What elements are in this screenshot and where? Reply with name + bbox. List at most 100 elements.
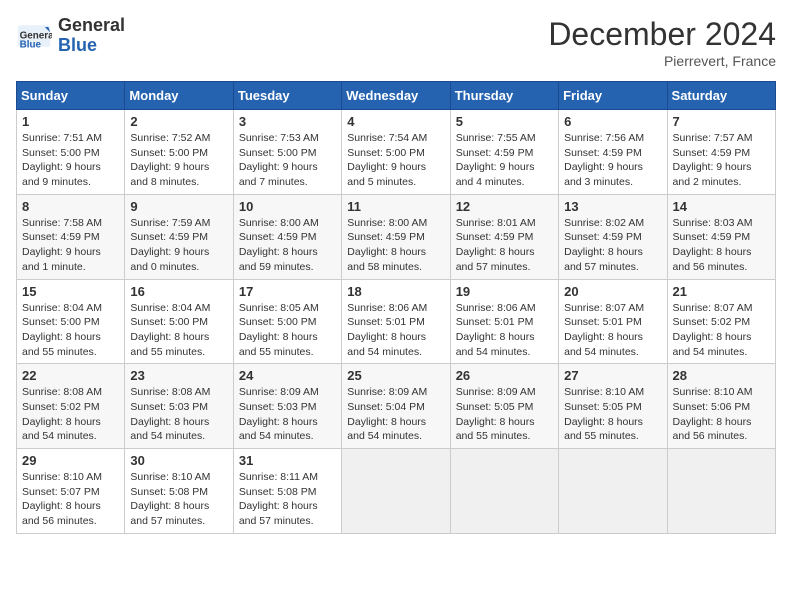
day-info: Sunrise: 8:03 AMSunset: 4:59 PMDaylight:…	[673, 216, 770, 275]
page-header: General Blue General Blue December 2024 …	[16, 16, 776, 69]
day-info: Sunrise: 8:10 AMSunset: 5:08 PMDaylight:…	[130, 470, 227, 529]
day-info: Sunrise: 8:09 AMSunset: 5:04 PMDaylight:…	[347, 385, 444, 444]
day-info: Sunrise: 8:08 AMSunset: 5:03 PMDaylight:…	[130, 385, 227, 444]
calendar-cell: 4Sunrise: 7:54 AMSunset: 5:00 PMDaylight…	[342, 110, 450, 195]
calendar-cell: 13 Sunrise: 8:02 AMSunset: 4:59 PMDayligh…	[559, 194, 667, 279]
day-info: Sunrise: 8:09 AMSunset: 5:05 PMDaylight:…	[456, 385, 553, 444]
day-number: 18	[347, 284, 444, 299]
calendar-cell: 24 Sunrise: 8:09 AMSunset: 5:03 PMDayligh…	[233, 364, 341, 449]
day-number: 12	[456, 199, 553, 214]
day-number: 16	[130, 284, 227, 299]
calendar-cell	[559, 449, 667, 534]
day-number: 3	[239, 114, 336, 129]
day-info: Sunrise: 8:10 AMSunset: 5:05 PMDaylight:…	[564, 385, 661, 444]
calendar-cell: 22 Sunrise: 8:08 AMSunset: 5:02 PMDayligh…	[17, 364, 125, 449]
day-info: Sunrise: 7:53 AMSunset: 5:00 PMDaylight:…	[239, 131, 336, 190]
calendar-header-row: SundayMondayTuesdayWednesdayThursdayFrid…	[17, 82, 776, 110]
day-info: Sunrise: 8:07 AMSunset: 5:01 PMDaylight:…	[564, 301, 661, 360]
day-info: Sunrise: 7:52 AMSunset: 5:00 PMDaylight:…	[130, 131, 227, 190]
day-number: 27	[564, 368, 661, 383]
calendar-cell	[450, 449, 558, 534]
weekday-header-friday: Friday	[559, 82, 667, 110]
logo-line2: Blue	[58, 35, 97, 55]
weekday-header-monday: Monday	[125, 82, 233, 110]
day-info: Sunrise: 8:00 AMSunset: 4:59 PMDaylight:…	[347, 216, 444, 275]
location-subtitle: Pierrevert, France	[548, 53, 776, 69]
calendar-cell: 31 Sunrise: 8:11 AMSunset: 5:08 PMDayligh…	[233, 449, 341, 534]
weekday-header-saturday: Saturday	[667, 82, 775, 110]
day-number: 23	[130, 368, 227, 383]
calendar-cell: 23 Sunrise: 8:08 AMSunset: 5:03 PMDayligh…	[125, 364, 233, 449]
calendar-cell: 26Sunrise: 8:09 AMSunset: 5:05 PMDayligh…	[450, 364, 558, 449]
calendar-week-row: 22 Sunrise: 8:08 AMSunset: 5:02 PMDayligh…	[17, 364, 776, 449]
day-number: 10	[239, 199, 336, 214]
day-number: 30	[130, 453, 227, 468]
day-number: 28	[673, 368, 770, 383]
weekday-header-thursday: Thursday	[450, 82, 558, 110]
day-info: Sunrise: 7:57 AMSunset: 4:59 PMDaylight:…	[673, 131, 770, 190]
calendar-cell: 21 Sunrise: 8:07 AMSunset: 5:02 PMDayligh…	[667, 279, 775, 364]
day-info: Sunrise: 8:05 AMSunset: 5:00 PMDaylight:…	[239, 301, 336, 360]
day-info: Sunrise: 8:07 AMSunset: 5:02 PMDaylight:…	[673, 301, 770, 360]
day-number: 8	[22, 199, 119, 214]
calendar-cell: 14Sunrise: 8:03 AMSunset: 4:59 PMDayligh…	[667, 194, 775, 279]
day-info: Sunrise: 8:04 AMSunset: 5:00 PMDaylight:…	[130, 301, 227, 360]
day-info: Sunrise: 8:04 AMSunset: 5:00 PMDaylight:…	[22, 301, 119, 360]
calendar-cell: 3 Sunrise: 7:53 AMSunset: 5:00 PMDaylight…	[233, 110, 341, 195]
day-number: 17	[239, 284, 336, 299]
day-info: Sunrise: 8:09 AMSunset: 5:03 PMDaylight:…	[239, 385, 336, 444]
weekday-header-sunday: Sunday	[17, 82, 125, 110]
calendar-week-row: 1Sunrise: 7:51 AMSunset: 5:00 PMDaylight…	[17, 110, 776, 195]
day-info: Sunrise: 8:10 AMSunset: 5:06 PMDaylight:…	[673, 385, 770, 444]
calendar-cell: 15 Sunrise: 8:04 AMSunset: 5:00 PMDayligh…	[17, 279, 125, 364]
day-number: 21	[673, 284, 770, 299]
day-number: 20	[564, 284, 661, 299]
day-info: Sunrise: 8:10 AMSunset: 5:07 PMDaylight:…	[22, 470, 119, 529]
calendar-cell: 19Sunrise: 8:06 AMSunset: 5:01 PMDayligh…	[450, 279, 558, 364]
day-info: Sunrise: 7:55 AMSunset: 4:59 PMDaylight:…	[456, 131, 553, 190]
day-info: Sunrise: 7:58 AMSunset: 4:59 PMDaylight:…	[22, 216, 119, 275]
calendar-cell: 8 Sunrise: 7:58 AMSunset: 4:59 PMDaylight…	[17, 194, 125, 279]
calendar-cell	[342, 449, 450, 534]
calendar-week-row: 15 Sunrise: 8:04 AMSunset: 5:00 PMDayligh…	[17, 279, 776, 364]
calendar-cell: 17 Sunrise: 8:05 AMSunset: 5:00 PMDayligh…	[233, 279, 341, 364]
day-info: Sunrise: 8:08 AMSunset: 5:02 PMDaylight:…	[22, 385, 119, 444]
day-number: 6	[564, 114, 661, 129]
title-block: December 2024 Pierrevert, France	[548, 16, 776, 69]
day-info: Sunrise: 7:56 AMSunset: 4:59 PMDaylight:…	[564, 131, 661, 190]
day-info: Sunrise: 8:11 AMSunset: 5:08 PMDaylight:…	[239, 470, 336, 529]
day-info: Sunrise: 7:59 AMSunset: 4:59 PMDaylight:…	[130, 216, 227, 275]
day-info: Sunrise: 8:06 AMSunset: 5:01 PMDaylight:…	[347, 301, 444, 360]
day-info: Sunrise: 8:02 AMSunset: 4:59 PMDaylight:…	[564, 216, 661, 275]
day-number: 24	[239, 368, 336, 383]
day-number: 15	[22, 284, 119, 299]
calendar-cell: 12Sunrise: 8:01 AMSunset: 4:59 PMDayligh…	[450, 194, 558, 279]
calendar-cell: 28 Sunrise: 8:10 AMSunset: 5:06 PMDayligh…	[667, 364, 775, 449]
day-number: 19	[456, 284, 553, 299]
day-number: 29	[22, 453, 119, 468]
calendar-week-row: 8 Sunrise: 7:58 AMSunset: 4:59 PMDaylight…	[17, 194, 776, 279]
logo: General Blue General Blue	[16, 16, 125, 56]
day-number: 13	[564, 199, 661, 214]
month-title: December 2024	[548, 16, 776, 53]
calendar-cell: 30 Sunrise: 8:10 AMSunset: 5:08 PMDayligh…	[125, 449, 233, 534]
calendar-cell: 10 Sunrise: 8:00 AMSunset: 4:59 PMDayligh…	[233, 194, 341, 279]
calendar-cell: 16 Sunrise: 8:04 AMSunset: 5:00 PMDayligh…	[125, 279, 233, 364]
day-number: 25	[347, 368, 444, 383]
day-number: 1	[22, 114, 119, 129]
calendar-cell: 20 Sunrise: 8:07 AMSunset: 5:01 PMDayligh…	[559, 279, 667, 364]
calendar-cell: 6 Sunrise: 7:56 AMSunset: 4:59 PMDaylight…	[559, 110, 667, 195]
calendar-cell	[667, 449, 775, 534]
svg-text:Blue: Blue	[20, 39, 42, 50]
logo-line1: General	[58, 15, 125, 35]
weekday-header-tuesday: Tuesday	[233, 82, 341, 110]
day-number: 22	[22, 368, 119, 383]
day-number: 31	[239, 453, 336, 468]
calendar-cell: 27 Sunrise: 8:10 AMSunset: 5:05 PMDayligh…	[559, 364, 667, 449]
day-number: 11	[347, 199, 444, 214]
calendar-cell: 7Sunrise: 7:57 AMSunset: 4:59 PMDaylight…	[667, 110, 775, 195]
logo-text: General Blue	[58, 16, 125, 56]
calendar-cell: 1Sunrise: 7:51 AMSunset: 5:00 PMDaylight…	[17, 110, 125, 195]
day-info: Sunrise: 8:00 AMSunset: 4:59 PMDaylight:…	[239, 216, 336, 275]
weekday-header-wednesday: Wednesday	[342, 82, 450, 110]
